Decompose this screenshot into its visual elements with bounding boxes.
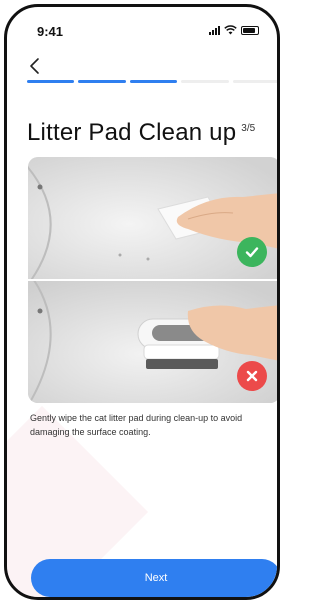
progress-segment (27, 80, 75, 83)
step-indicator: 3/5 (241, 123, 256, 134)
instruction-text: Gently wipe the cat litter pad during cl… (30, 413, 243, 437)
next-button[interactable]: Next (31, 559, 277, 597)
incorrect-badge (237, 361, 267, 391)
close-icon (246, 370, 258, 382)
title-row: Litter Pad Clean up 3/5 (27, 119, 255, 147)
status-icons (209, 25, 259, 35)
back-button[interactable] (27, 57, 43, 75)
progress-segment (129, 80, 178, 83)
phone-frame: 9:41 Litter Pad Clean up 3/5 Gently wipe… (4, 4, 280, 600)
status-bar: 9:41 (7, 7, 277, 47)
progress-segment (181, 80, 229, 83)
chevron-left-icon (30, 58, 39, 74)
step-progress-bar (27, 80, 277, 83)
page-title: Litter Pad Clean up (27, 119, 237, 146)
wifi-icon (224, 25, 237, 35)
battery-icon (241, 26, 259, 35)
progress-segment (232, 80, 277, 83)
signal-icon (209, 26, 220, 35)
correct-badge (237, 237, 267, 267)
check-icon (245, 247, 259, 258)
status-time: 9:41 (37, 24, 64, 39)
progress-segment (78, 80, 126, 83)
